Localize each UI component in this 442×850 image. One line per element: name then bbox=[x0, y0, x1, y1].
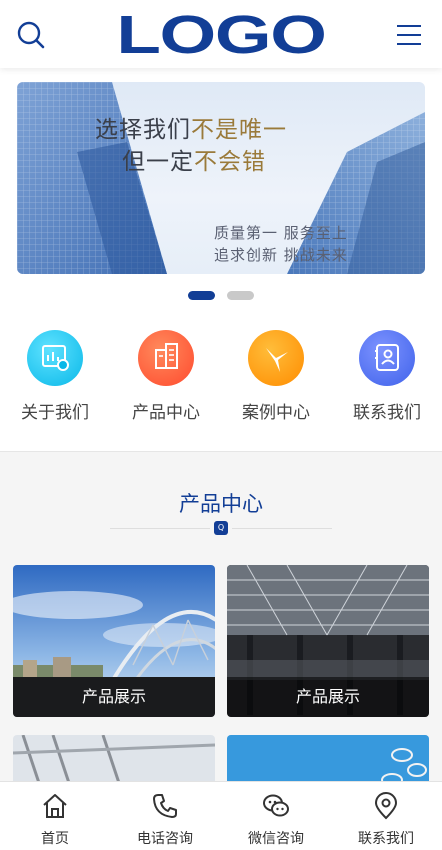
product-card[interactable]: 产品展示 bbox=[13, 565, 215, 717]
tab-home[interactable]: 首页 bbox=[0, 782, 110, 850]
chart-icon bbox=[27, 330, 83, 386]
product-card[interactable]: 产品展示 bbox=[227, 565, 429, 717]
three-way-icon bbox=[248, 330, 304, 386]
product-caption: 产品展示 bbox=[227, 677, 429, 717]
search-button[interactable] bbox=[16, 20, 46, 50]
wechat-icon bbox=[263, 794, 289, 817]
banner-headline-1: 选择我们不是唯一 bbox=[95, 117, 287, 143]
section-title: 产品中心 bbox=[179, 492, 263, 516]
quick-nav-label: 联系我们 bbox=[353, 403, 421, 423]
carousel-dot[interactable] bbox=[227, 291, 254, 300]
tab-contact[interactable]: 联系我们 bbox=[331, 782, 441, 850]
search-icon bbox=[17, 21, 45, 49]
quick-nav-about[interactable]: 关于我们 bbox=[5, 330, 105, 423]
hero-banner[interactable]: 选择我们不是唯一 但一定不会错 质量第一 服务至上 追求创新 挑战未来 bbox=[17, 82, 425, 274]
quick-nav-label: 案例中心 bbox=[242, 403, 310, 423]
section-badge: Q bbox=[214, 521, 228, 535]
tab-phone[interactable]: 电话咨询 bbox=[110, 782, 220, 850]
contact-card-icon bbox=[359, 330, 415, 386]
site-logo[interactable]: LOGO bbox=[109, 8, 333, 62]
bottom-tab-bar: 首页 电话咨询 微信咨询 联系我们 bbox=[0, 781, 442, 850]
banner-tagline-2: 追求创新 挑战未来 bbox=[214, 246, 348, 264]
product-caption: 产品展示 bbox=[13, 677, 215, 717]
tab-label: 电话咨询 bbox=[137, 831, 193, 847]
title-rule-left bbox=[110, 528, 210, 529]
quick-nav-label: 产品中心 bbox=[132, 403, 200, 423]
banner-tagline-1: 质量第一 服务至上 bbox=[214, 224, 348, 242]
menu-button[interactable] bbox=[396, 22, 422, 48]
quick-nav-label: 关于我们 bbox=[21, 403, 89, 423]
tab-label: 联系我们 bbox=[358, 831, 414, 847]
carousel-dot-active[interactable] bbox=[188, 291, 215, 300]
tab-label: 首页 bbox=[41, 831, 69, 847]
home-icon bbox=[43, 794, 67, 818]
banner-headline-2: 但一定不会错 bbox=[122, 149, 266, 175]
tab-wechat[interactable]: 微信咨询 bbox=[221, 782, 331, 850]
top-header: LOGO bbox=[0, 0, 442, 68]
quick-nav-products[interactable]: 产品中心 bbox=[116, 330, 216, 423]
hamburger-menu-icon bbox=[397, 25, 421, 45]
phone-icon bbox=[153, 794, 177, 818]
location-pin-icon bbox=[374, 792, 398, 820]
quick-nav-contact[interactable]: 联系我们 bbox=[337, 330, 437, 423]
title-rule-right bbox=[232, 528, 332, 529]
quick-nav-cases[interactable]: 案例中心 bbox=[226, 330, 326, 423]
buildings-icon bbox=[138, 330, 194, 386]
quick-nav: 关于我们 产品中心 案例中心 联系我们 bbox=[0, 330, 442, 430]
tab-label: 微信咨询 bbox=[248, 831, 304, 847]
